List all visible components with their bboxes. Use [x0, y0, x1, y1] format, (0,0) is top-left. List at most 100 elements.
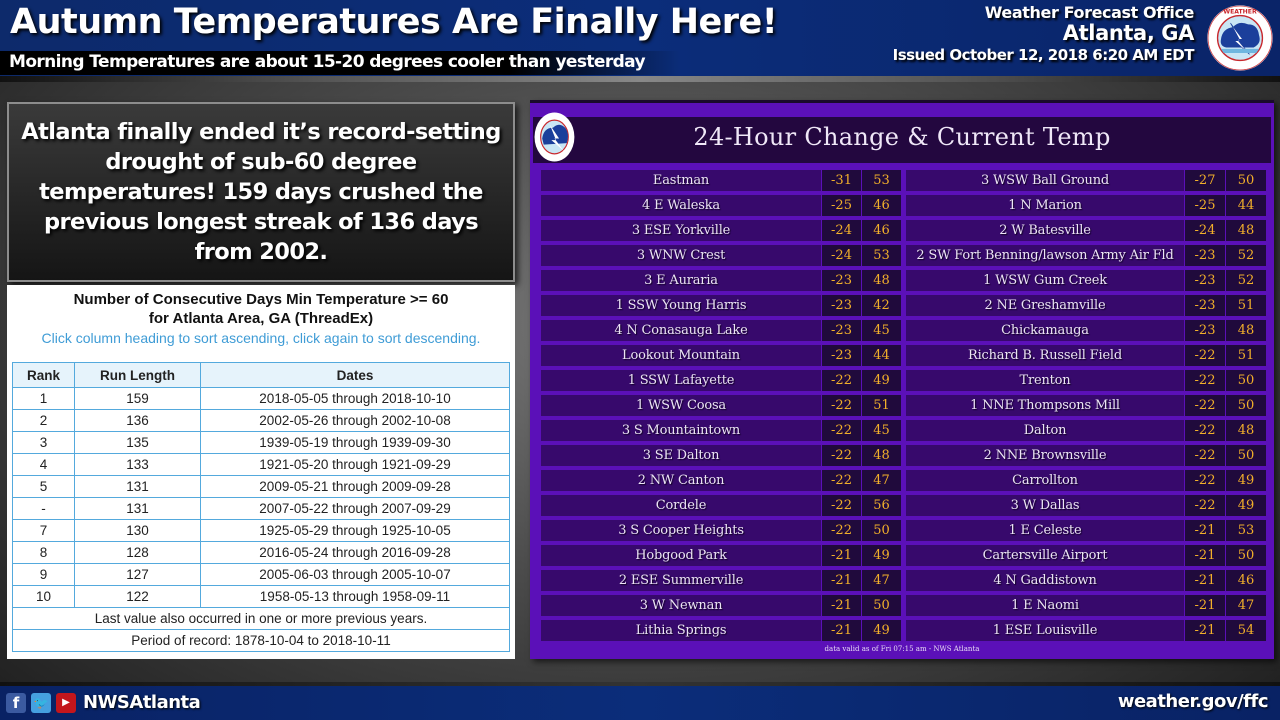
temp-change-value: -21: [822, 545, 861, 566]
table-header-row: Rank Run Length Dates: [12, 362, 510, 388]
station-name: 2 ESE Summerville: [541, 570, 821, 591]
current-temp-value: 48: [1226, 220, 1266, 241]
temp-change-value: -22: [1185, 470, 1225, 491]
temp-change-value: -22: [822, 420, 861, 441]
station-name: Richard B. Russell Field: [906, 345, 1184, 366]
station-row: 3 E Auraria -23 48: [541, 270, 901, 291]
table-period-row: Period of record: 1878-10-04 to 2018-10-…: [12, 629, 510, 652]
cell-dates: 1925-05-29 through 1925-10-05: [200, 519, 510, 542]
temp-change-value: -23: [1185, 270, 1225, 291]
temp-change-value: -25: [822, 195, 861, 216]
current-temp-value: 53: [862, 245, 901, 266]
office-location: Atlanta, GA: [1062, 21, 1195, 45]
current-temp-value: 50: [1226, 445, 1266, 466]
cell-dates: 1958-05-13 through 1958-09-11: [200, 585, 510, 608]
cell-rank: -: [12, 497, 75, 520]
column-header-dates[interactable]: Dates: [200, 362, 510, 388]
temp-change-value: -22: [1185, 495, 1225, 516]
website-link[interactable]: weather.gov/ffc: [1118, 691, 1269, 712]
current-temp-value: 47: [862, 570, 901, 591]
table-note-row: Last value also occurred in one or more …: [12, 607, 510, 630]
station-row: 3 W Dallas -22 49: [906, 495, 1266, 516]
temp-change-value: -22: [822, 370, 861, 391]
cell-rank: 9: [12, 563, 75, 586]
current-temp-value: 49: [862, 545, 901, 566]
current-temp-value: 49: [862, 370, 901, 391]
temp-change-value: -22: [822, 470, 861, 491]
station-row: Dalton -22 48: [906, 420, 1266, 441]
station-row: 4 E Waleska -25 46: [541, 195, 901, 216]
station-row: Cartersville Airport -21 50: [906, 545, 1266, 566]
temp-change-value: -22: [1185, 395, 1225, 416]
current-temp-value: 47: [862, 470, 901, 491]
current-temp-value: 53: [1226, 520, 1266, 541]
station-name: 3 ESE Yorkville: [541, 220, 821, 241]
station-name: 1 WSW Gum Creek: [906, 270, 1184, 291]
station-name: 3 S Cooper Heights: [541, 520, 821, 541]
station-row: 4 N Conasauga Lake -23 45: [541, 320, 901, 341]
station-name: 1 E Celeste: [906, 520, 1184, 541]
temp-change-value: -21: [1185, 595, 1225, 616]
records-subtitle: for Atlanta Area, GA (ThreadEx): [148, 310, 374, 327]
office-info: Weather Forecast Office Atlanta, GA Issu…: [893, 3, 1195, 64]
cell-run-length: 131: [74, 475, 201, 498]
station-name: Trenton: [906, 370, 1184, 391]
cell-dates: 1921-05-20 through 1921-09-29: [200, 453, 510, 476]
current-temp-value: 44: [862, 345, 901, 366]
current-temp-value: 45: [862, 320, 901, 341]
cell-rank: 8: [12, 541, 75, 564]
youtube-icon[interactable]: ▶: [56, 692, 76, 713]
panel-title: 24-Hour Change & Current Temp: [693, 123, 1111, 151]
temp-change-value: -22: [1185, 420, 1225, 441]
temp-change-value: -24: [1185, 220, 1225, 241]
current-temp-value: 42: [862, 295, 901, 316]
cell-dates: 1939-05-19 through 1939-09-30: [200, 431, 510, 454]
temp-change-value: -23: [1185, 295, 1225, 316]
station-name: 1 SSW Lafayette: [541, 370, 821, 391]
facebook-icon[interactable]: f: [6, 692, 26, 713]
current-temp-value: 54: [1226, 620, 1266, 641]
station-name: 1 WSW Coosa: [541, 395, 821, 416]
cell-rank: 5: [12, 475, 75, 498]
twitter-icon[interactable]: 🐦: [31, 692, 51, 713]
temp-change-value: -22: [822, 520, 861, 541]
station-name: 2 NNE Brownsville: [906, 445, 1184, 466]
current-temp-value: 53: [862, 170, 901, 191]
station-name: Lithia Springs: [541, 620, 821, 641]
station-name: 1 NNE Thompsons Mill: [906, 395, 1184, 416]
station-row: 2 NE Greshamville -23 51: [906, 295, 1266, 316]
temp-change-panel: 24-Hour Change & Current Temp Eastman -31…: [530, 100, 1274, 659]
current-temp-value: 51: [862, 395, 901, 416]
table-row: 4 133 1921-05-20 through 1921-09-29: [12, 453, 510, 476]
cell-rank: 2: [12, 409, 75, 432]
current-temp-value: 50: [862, 595, 901, 616]
cell-run-length: 122: [74, 585, 201, 608]
cell-dates: 2007-05-22 through 2007-09-29: [200, 497, 510, 520]
cell-rank: 1: [12, 387, 75, 410]
cell-dates: 2005-06-03 through 2005-10-07: [200, 563, 510, 586]
station-row: 1 SSW Young Harris -23 42: [541, 295, 901, 316]
current-temp-value: 51: [1226, 345, 1266, 366]
table-row: 2 136 2002-05-26 through 2002-10-08: [12, 409, 510, 432]
column-header-rank[interactable]: Rank: [12, 362, 75, 388]
current-temp-value: 52: [1226, 270, 1266, 291]
cell-rank: 3: [12, 431, 75, 454]
cell-dates: 2018-05-05 through 2018-10-10: [200, 387, 510, 410]
current-temp-value: 50: [1226, 395, 1266, 416]
station-name: Hobgood Park: [541, 545, 821, 566]
table-row: 7 130 1925-05-29 through 1925-10-05: [12, 519, 510, 542]
temp-change-value: -22: [1185, 345, 1225, 366]
column-header-run-length[interactable]: Run Length: [74, 362, 201, 388]
station-row: Richard B. Russell Field -22 51: [906, 345, 1266, 366]
station-name: 3 E Auraria: [541, 270, 821, 291]
social-handle[interactable]: NWSAtlanta: [83, 692, 201, 713]
current-temp-value: 48: [1226, 320, 1266, 341]
page-subtitle: Morning Temperatures are about 15-20 deg…: [9, 52, 646, 72]
station-row: 3 W Newnan -21 50: [541, 595, 901, 616]
station-row: 3 S Mountaintown -22 45: [541, 420, 901, 441]
station-name: 2 NW Canton: [541, 470, 821, 491]
cell-run-length: 136: [74, 409, 201, 432]
station-name: 2 SW Fort Benning/lawson Army Air Fld: [906, 245, 1184, 266]
station-row: 1 E Naomi -21 47: [906, 595, 1266, 616]
temp-change-value: -24: [822, 220, 861, 241]
